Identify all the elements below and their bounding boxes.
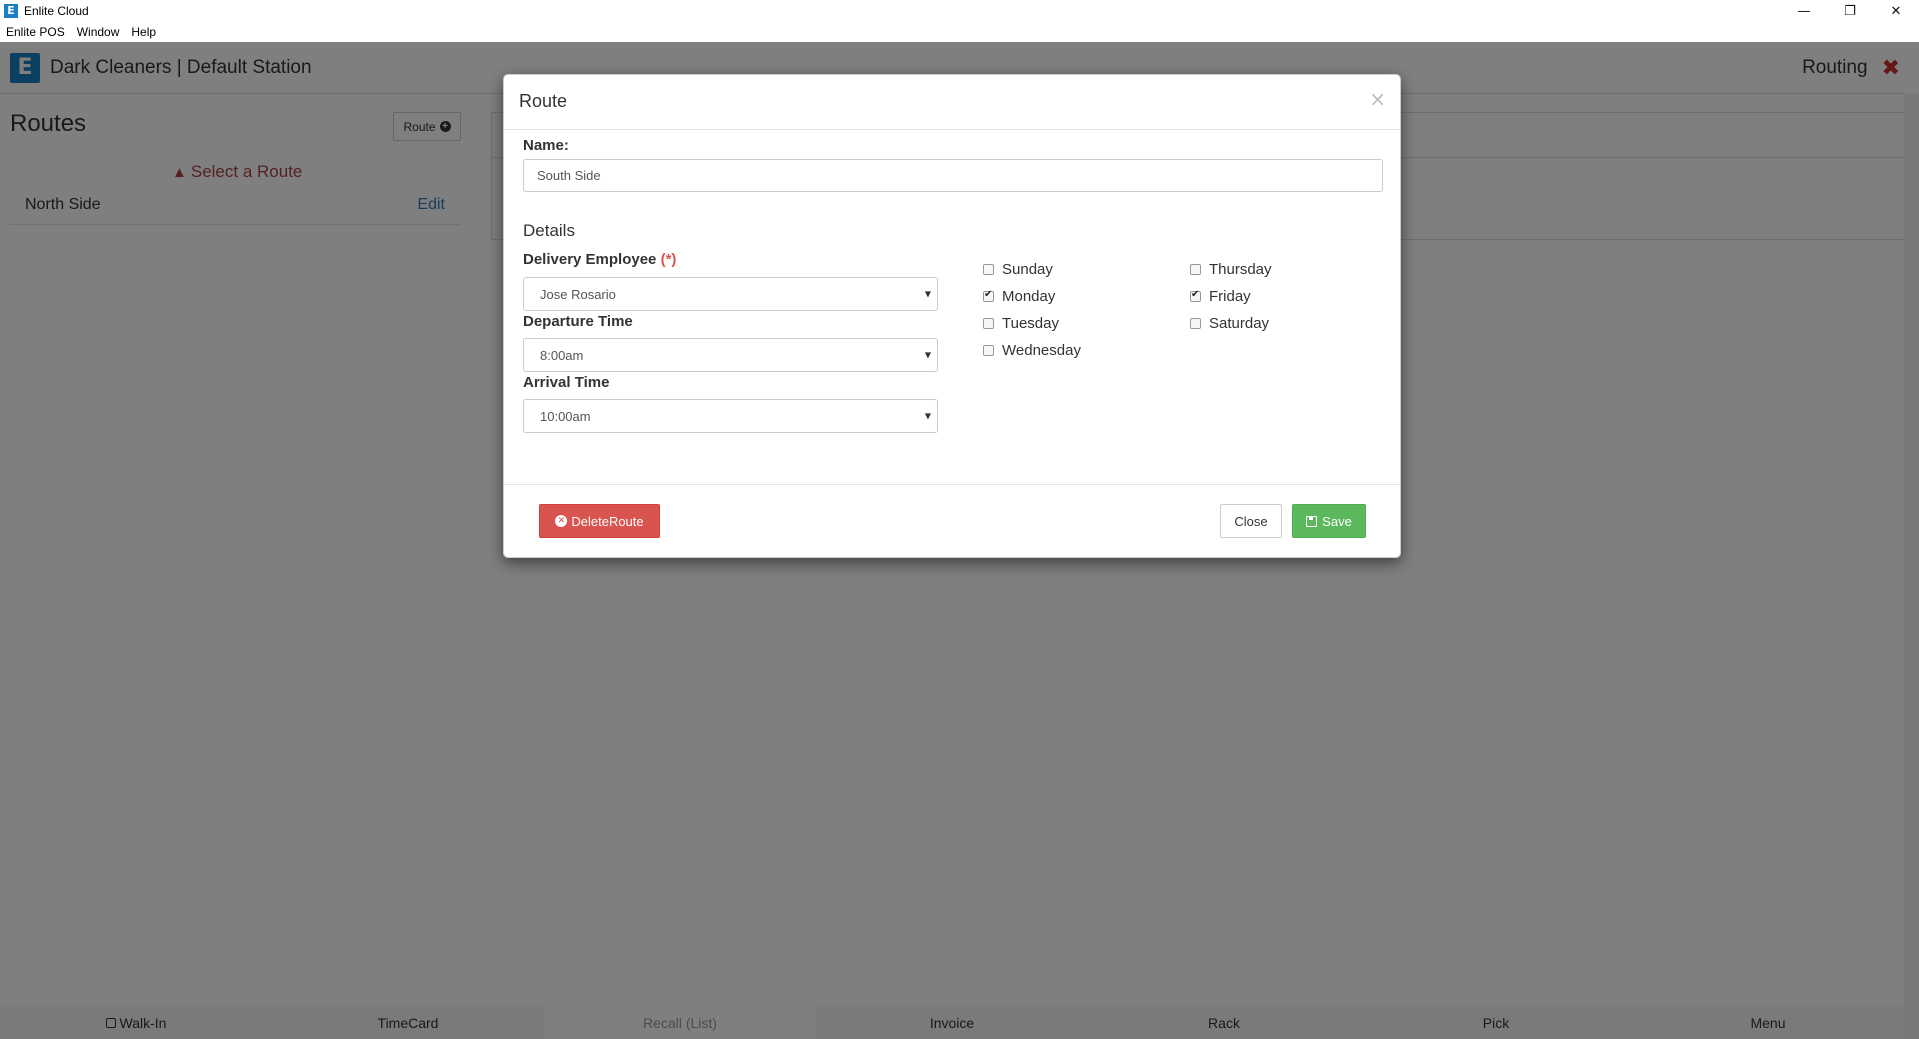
modal-footer-divider xyxy=(504,484,1400,485)
modal-title: Route xyxy=(519,91,568,111)
window-title: Enlite Cloud xyxy=(24,4,89,18)
delivery-employee-value: Jose Rosario xyxy=(540,286,616,302)
checkbox-tuesday[interactable] xyxy=(983,318,994,329)
route-modal: Route × Name: South Side Details Deliver… xyxy=(503,74,1401,558)
route-name-input[interactable]: South Side xyxy=(523,159,1383,192)
checkbox-wednesday[interactable] xyxy=(983,345,994,356)
chevron-down-icon: ▼ xyxy=(924,350,931,360)
checkbox-thursday[interactable] xyxy=(1190,264,1201,275)
menu-window[interactable]: Window xyxy=(71,25,126,39)
delivery-employee-select[interactable]: Jose Rosario ▼ xyxy=(523,277,938,311)
delivery-employee-label-text: Delivery Employee xyxy=(523,251,657,268)
departure-time-value: 8:00am xyxy=(540,347,584,363)
day-tuesday[interactable]: Tuesday xyxy=(983,315,1059,332)
day-monday[interactable]: Monday xyxy=(983,288,1055,305)
modal-close-icon[interactable]: × xyxy=(1369,87,1386,111)
save-label: Save xyxy=(1322,513,1352,529)
minimize-icon[interactable]: — xyxy=(1781,0,1827,22)
required-mark: (*) xyxy=(660,251,677,268)
times-circle-icon: ✕ xyxy=(555,515,568,527)
day-monday-label: Monday xyxy=(1002,288,1056,305)
checkbox-friday[interactable] xyxy=(1190,289,1201,302)
menubar: Enlite POS Window Help xyxy=(0,22,1919,42)
day-friday-label: Friday xyxy=(1209,288,1251,305)
arrival-time-value: 10:00am xyxy=(540,408,591,424)
name-label: Name: xyxy=(523,137,569,154)
checkbox-monday[interactable] xyxy=(983,289,994,302)
menu-help[interactable]: Help xyxy=(125,25,162,39)
close-button[interactable]: Close xyxy=(1220,504,1282,538)
save-button[interactable]: Save xyxy=(1292,504,1366,538)
day-wednesday-label: Wednesday xyxy=(1002,342,1081,359)
chevron-down-icon: ▼ xyxy=(924,289,931,299)
app-icon: E xyxy=(4,4,18,18)
day-sunday[interactable]: Sunday xyxy=(983,261,1053,278)
delete-route-label: DeleteRoute xyxy=(571,513,644,529)
checkbox-saturday[interactable] xyxy=(1190,318,1201,329)
floppy-disk-icon xyxy=(1306,515,1318,527)
menu-enlite-pos[interactable]: Enlite POS xyxy=(0,25,71,39)
day-sunday-label: Sunday xyxy=(1002,261,1053,278)
day-thursday-label: Thursday xyxy=(1209,261,1272,278)
day-tuesday-label: Tuesday xyxy=(1002,315,1059,332)
departure-time-select[interactable]: 8:00am ▼ xyxy=(523,338,938,372)
day-saturday[interactable]: Saturday xyxy=(1190,315,1269,332)
delete-route-button[interactable]: ✕ DeleteRoute xyxy=(539,504,660,538)
window-controls: — ❐ ✕ xyxy=(1781,0,1919,22)
delivery-employee-label: Delivery Employee (*) xyxy=(523,251,676,268)
day-thursday[interactable]: Thursday xyxy=(1190,261,1272,278)
checkbox-sunday[interactable] xyxy=(983,264,994,275)
day-friday[interactable]: Friday xyxy=(1190,288,1251,305)
chevron-down-icon: ▼ xyxy=(924,411,931,421)
day-wednesday[interactable]: Wednesday xyxy=(983,342,1081,359)
window-close-icon[interactable]: ✕ xyxy=(1873,0,1919,22)
arrival-time-label: Arrival Time xyxy=(523,374,610,391)
departure-time-label: Departure Time xyxy=(523,313,633,330)
modal-header: Route × xyxy=(504,75,1400,130)
details-heading: Details xyxy=(523,221,575,240)
day-saturday-label: Saturday xyxy=(1209,315,1270,332)
restore-icon[interactable]: ❐ xyxy=(1827,0,1873,22)
arrival-time-select[interactable]: 10:00am ▼ xyxy=(523,399,938,433)
window-titlebar: E Enlite Cloud — ❐ ✕ xyxy=(0,0,1919,22)
